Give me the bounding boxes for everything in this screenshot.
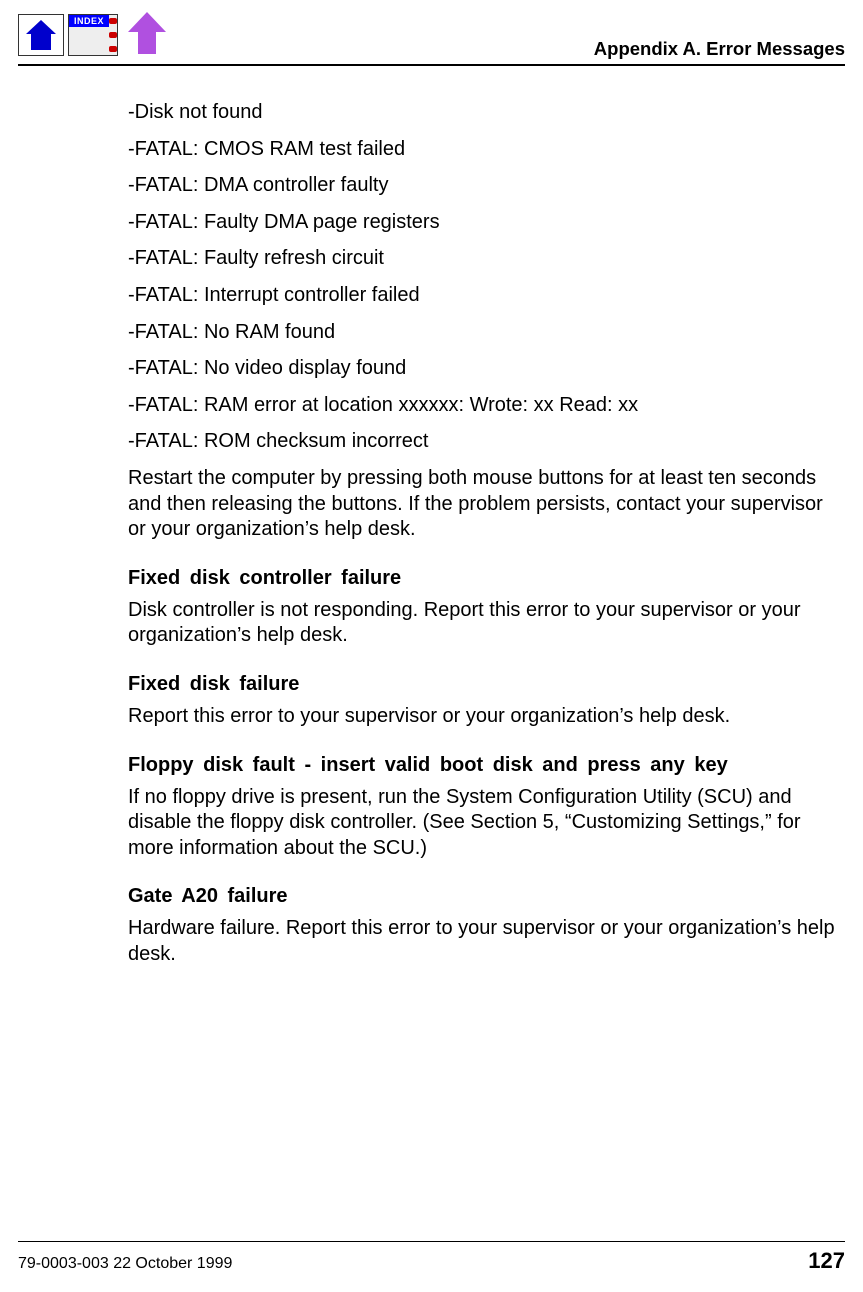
index-icon[interactable]: INDEX: [68, 14, 118, 56]
page-up-icon[interactable]: [122, 8, 172, 56]
error-item: -FATAL: DMA controller faulty: [128, 173, 843, 199]
footer-rule: [18, 1241, 845, 1242]
error-item: -FATAL: No video display found: [128, 356, 843, 382]
section-heading: Floppy disk fault - insert valid boot di…: [128, 754, 843, 777]
error-item: -FATAL: Faulty refresh circuit: [128, 246, 843, 272]
section-body: Disk controller is not responding. Repor…: [128, 598, 843, 649]
home-icon[interactable]: [18, 14, 64, 56]
doc-id: 79-0003-003 22 October 1999: [18, 1255, 232, 1273]
error-item: -Disk not found: [128, 100, 843, 126]
restart-note: Restart the computer by pressing both mo…: [128, 466, 843, 543]
page-number: 127: [808, 1248, 845, 1274]
error-item: -FATAL: RAM error at location xxxxxx: Wr…: [128, 393, 843, 419]
header-rule: [18, 64, 845, 66]
error-item: -FATAL: Interrupt controller failed: [128, 283, 843, 309]
section-heading: Fixed disk failure: [128, 673, 843, 696]
error-item: -FATAL: ROM checksum incorrect: [128, 429, 843, 455]
section-body: Report this error to your supervisor or …: [128, 704, 843, 730]
content: -Disk not found -FATAL: CMOS RAM test fa…: [128, 100, 843, 967]
error-item: -FATAL: CMOS RAM test failed: [128, 137, 843, 163]
index-label: INDEX: [69, 15, 109, 27]
section-heading: Gate A20 failure: [128, 885, 843, 908]
error-item: -FATAL: Faulty DMA page registers: [128, 210, 843, 236]
section-body: If no floppy drive is present, run the S…: [128, 785, 843, 862]
page: INDEX Appendix A. Error Messages -Disk n…: [0, 0, 863, 1292]
footer: 79-0003-003 22 October 1999 127: [18, 1241, 845, 1274]
section-body: Hardware failure. Report this error to y…: [128, 916, 843, 967]
section-heading: Fixed disk controller failure: [128, 567, 843, 590]
error-item: -FATAL: No RAM found: [128, 320, 843, 346]
